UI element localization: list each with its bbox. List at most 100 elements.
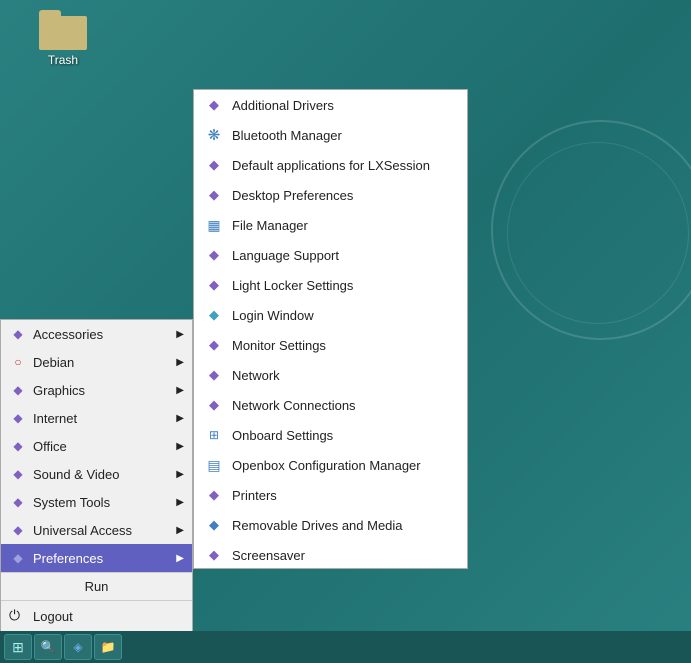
taskbar: ⊞ 🔍 ◈ 📁 [0,631,691,663]
logout-button[interactable]: ⏻ Logout [1,600,192,631]
taskbar-web-button[interactable]: ◈ [64,634,92,660]
desktop: Trash ◆ Accessories ▶ ○ Debian ▶ ◆ Graph… [0,0,691,663]
submenu-removable-drives[interactable]: ◆ Removable Drives and Media [194,510,467,540]
accessories-label: Accessories [33,327,176,342]
sidebar-item-office[interactable]: ◆ Office ▶ [1,432,192,460]
accessories-icon: ◆ [9,325,27,343]
language-label: Language Support [232,248,339,263]
network-connections-label: Network Connections [232,398,356,413]
submenu-language-support[interactable]: ◆ Language Support [194,240,467,270]
run-button[interactable]: Run [1,572,192,600]
submenu-bluetooth-manager[interactable]: ❋ Bluetooth Manager [194,120,467,150]
taskbar-menu-icon: ⊞ [12,639,24,656]
submenu-openbox-config[interactable]: ▤ Openbox Configuration Manager [194,450,467,480]
light-locker-label: Light Locker Settings [232,278,353,293]
sidebar-item-graphics[interactable]: ◆ Graphics ▶ [1,376,192,404]
preferences-label: Preferences [33,551,176,566]
submenu-monitor-settings[interactable]: ◆ Monitor Settings [194,330,467,360]
openbox-label: Openbox Configuration Manager [232,458,421,473]
sound-video-arrow: ▶ [176,469,184,480]
debian-arrow: ▶ [176,357,184,368]
submenu-network[interactable]: ◆ Network [194,360,467,390]
preferences-submenu: ◆ Additional Drivers ❋ Bluetooth Manager… [193,89,468,569]
preferences-icon: ◆ [9,549,27,567]
sidebar-item-accessories[interactable]: ◆ Accessories ▶ [1,320,192,348]
taskbar-search-button[interactable]: 🔍 [34,634,62,660]
sidebar-item-preferences[interactable]: ◆ Preferences ▶ [1,544,192,572]
sidebar-menu: ◆ Accessories ▶ ○ Debian ▶ ◆ Graphics ▶ … [0,319,193,631]
additional-drivers-icon: ◆ [204,95,224,115]
office-icon: ◆ [9,437,27,455]
network-icon: ◆ [204,365,224,385]
sidebar-item-universal-access[interactable]: ◆ Universal Access ▶ [1,516,192,544]
debian-icon: ○ [9,353,27,371]
login-window-label: Login Window [232,308,314,323]
submenu-desktop-preferences[interactable]: ◆ Desktop Preferences [194,180,467,210]
internet-arrow: ▶ [176,413,184,424]
light-locker-icon: ◆ [204,275,224,295]
file-manager-label: File Manager [232,218,308,233]
logout-icon: ⏻ [9,607,27,625]
submenu-login-window[interactable]: ◆ Login Window [194,300,467,330]
onboard-label: Onboard Settings [232,428,333,443]
submenu-default-applications[interactable]: ◆ Default applications for LXSession [194,150,467,180]
run-label: Run [85,579,109,594]
internet-icon: ◆ [9,409,27,427]
trash-folder-graphic [39,10,87,50]
login-window-icon: ◆ [204,305,224,325]
submenu-light-locker[interactable]: ◆ Light Locker Settings [194,270,467,300]
sidebar-item-debian[interactable]: ○ Debian ▶ [1,348,192,376]
sidebar-item-internet[interactable]: ◆ Internet ▶ [1,404,192,432]
preferences-arrow: ▶ [176,553,184,564]
desktop-prefs-label: Desktop Preferences [232,188,353,203]
sound-video-icon: ◆ [9,465,27,483]
system-tools-icon: ◆ [9,493,27,511]
taskbar-search-icon: 🔍 [41,640,56,654]
graphics-icon: ◆ [9,381,27,399]
office-label: Office [33,439,176,454]
submenu-printers[interactable]: ◆ Printers [194,480,467,510]
sound-video-label: Sound & Video [33,467,176,482]
removable-drives-icon: ◆ [204,515,224,535]
graphics-arrow: ▶ [176,385,184,396]
universal-access-label: Universal Access [33,523,176,538]
system-tools-arrow: ▶ [176,497,184,508]
network-connections-icon: ◆ [204,395,224,415]
trash-label: Trash [48,53,78,67]
universal-access-icon: ◆ [9,521,27,539]
printers-icon: ◆ [204,485,224,505]
universal-access-arrow: ▶ [176,525,184,536]
desktop-decoration [491,120,691,340]
submenu-file-manager[interactable]: ▦ File Manager [194,210,467,240]
openbox-icon: ▤ [204,455,224,475]
taskbar-menu-button[interactable]: ⊞ [4,634,32,660]
trash-icon[interactable]: Trash [28,10,98,67]
menu-container: ◆ Accessories ▶ ○ Debian ▶ ◆ Graphics ▶ … [0,319,193,631]
removable-drives-label: Removable Drives and Media [232,518,403,533]
office-arrow: ▶ [176,441,184,452]
bluetooth-label: Bluetooth Manager [232,128,342,143]
sidebar-item-sound-video[interactable]: ◆ Sound & Video ▶ [1,460,192,488]
additional-drivers-label: Additional Drivers [232,98,334,113]
accessories-arrow: ▶ [176,329,184,340]
desktop-prefs-icon: ◆ [204,185,224,205]
bluetooth-icon: ❋ [204,125,224,145]
taskbar-files-icon: 📁 [101,640,116,654]
network-label: Network [232,368,280,383]
internet-label: Internet [33,411,176,426]
submenu-onboard-settings[interactable]: ⊞ Onboard Settings [194,420,467,450]
printers-label: Printers [232,488,277,503]
monitor-icon: ◆ [204,335,224,355]
monitor-label: Monitor Settings [232,338,326,353]
submenu-screensaver[interactable]: ◆ Screensaver [194,540,467,569]
taskbar-files-button[interactable]: 📁 [94,634,122,660]
debian-label: Debian [33,355,176,370]
sidebar-item-system-tools[interactable]: ◆ System Tools ▶ [1,488,192,516]
onboard-icon: ⊞ [204,425,224,445]
logout-label: Logout [33,609,73,624]
system-tools-label: System Tools [33,495,176,510]
graphics-label: Graphics [33,383,176,398]
submenu-network-connections[interactable]: ◆ Network Connections [194,390,467,420]
submenu-additional-drivers[interactable]: ◆ Additional Drivers [194,90,467,120]
default-apps-icon: ◆ [204,155,224,175]
